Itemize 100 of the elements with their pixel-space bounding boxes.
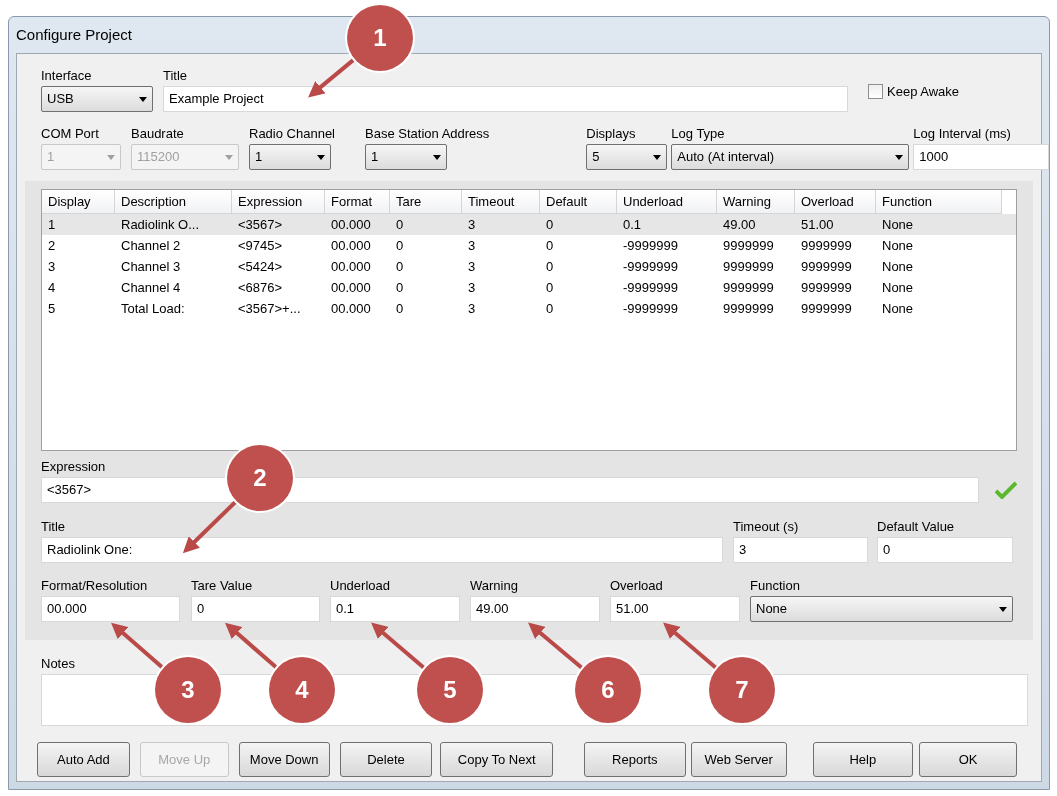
field-label: Default Value (877, 519, 956, 535)
table-cell-text: 0 (395, 215, 405, 234)
table-cell-text: 9999999 (722, 299, 775, 318)
dropdown-caret-icon (317, 154, 325, 160)
field-label: Log Interval (ms) (913, 126, 1012, 142)
dialog-button[interactable]: Reports (584, 742, 686, 777)
callout-arrow (182, 500, 238, 554)
dialog-button[interactable]: Copy To Next (440, 742, 553, 777)
dropdown-caret-icon (107, 154, 115, 160)
column-header[interactable]: Default (540, 190, 617, 214)
table-cell-text: -9999999 (622, 257, 679, 276)
dialog-button[interactable]: Help (812, 742, 914, 777)
dialog-button[interactable]: Web Server (690, 742, 787, 777)
column-header[interactable]: Tare (390, 190, 462, 214)
field-label: Base Station Address (365, 126, 490, 142)
column-header[interactable]: Overload (795, 190, 876, 214)
table-cell-text: None (881, 299, 915, 318)
field-label: Title (163, 68, 189, 84)
dialog-button[interactable]: Move Down (238, 742, 330, 777)
table-cell-text: 00.000 (330, 215, 372, 234)
field-label: Function (750, 578, 801, 594)
table-cell-text: 5 (47, 299, 57, 318)
table-cell-text: 0.1 (622, 215, 643, 234)
table-cell-text: 00.000 (330, 236, 372, 255)
dropdown[interactable]: 1 (249, 144, 331, 170)
checkbox-label: Keep Awake (887, 83, 960, 101)
dropdown-caret-icon (139, 96, 147, 102)
field-label: Displays (586, 126, 637, 142)
input-field[interactable]: 49.00 (470, 596, 600, 622)
column-header[interactable]: Description (115, 190, 232, 214)
table-cell-text: 49.00 (722, 215, 757, 234)
table-cell-text: <3567> (237, 215, 284, 234)
dropdown-caret-icon (433, 154, 441, 160)
table-cell-text: 00.000 (330, 257, 372, 276)
input-field[interactable]: Radiolink One: (41, 537, 723, 563)
field-label: Format/Resolution (41, 578, 149, 594)
table-cell-text: -9999999 (622, 236, 679, 255)
table-cell-text: 3 (467, 257, 477, 276)
callout-arrow (663, 622, 718, 670)
dropdown[interactable]: Auto (At interval) (671, 144, 910, 170)
table-cell-text: Channel 3 (120, 257, 182, 276)
dropdown[interactable]: 5 (586, 144, 668, 170)
input-field[interactable]: 0 (877, 537, 1013, 563)
callout-arrow (225, 622, 278, 670)
table-cell-text: <3567>+... (237, 299, 302, 318)
dropdown[interactable]: None (750, 596, 1013, 622)
field-label: Tare Value (191, 578, 254, 594)
input-field[interactable]: 0 (191, 596, 320, 622)
table-cell-text: 9999999 (800, 236, 853, 255)
field-label: Expression (41, 459, 107, 475)
field-label: Underload (330, 578, 391, 594)
callout-arrow (528, 622, 584, 670)
field-label: Warning (470, 578, 519, 594)
table-cell-text: 9999999 (722, 278, 775, 297)
input-field[interactable]: Example Project (163, 86, 848, 112)
input-field[interactable]: 0.1 (330, 596, 460, 622)
table-cell-text: 3 (467, 278, 477, 297)
dialog-button[interactable]: OK (919, 742, 1017, 777)
dialog-button[interactable]: Auto Add (37, 742, 130, 777)
table-cell-text: -9999999 (622, 278, 679, 297)
field-label: Log Type (671, 126, 726, 142)
dropdown-caret-icon (895, 154, 904, 160)
field-label: Timeout (s) (733, 519, 800, 535)
table-cell-text: 9999999 (800, 299, 853, 318)
table-cell-text: 9999999 (800, 278, 853, 297)
column-header[interactable]: Format (325, 190, 390, 214)
field-label: Notes (41, 656, 76, 672)
table-cell-text: 0 (545, 278, 555, 297)
table-cell-text: 1 (47, 215, 57, 234)
table-cell-text: 9999999 (722, 257, 775, 276)
input-field[interactable]: 3 (733, 537, 868, 563)
table-cell-text: 3 (467, 215, 477, 234)
table-cell-text: 0 (545, 257, 555, 276)
dialog-button[interactable]: Delete (339, 742, 433, 777)
dropdown-caret-icon (225, 154, 233, 160)
input-field[interactable]: 00.000 (41, 596, 180, 622)
table-cell-text: 3 (467, 236, 477, 255)
table-cell-text: 0 (545, 299, 555, 318)
table-row[interactable]: 1 Radiolink O... <3567> 00.000 0 3 0 0.1 49.00 51.00 None (42, 214, 1016, 235)
column-header[interactable]: Underload (617, 190, 717, 214)
column-header[interactable]: Timeout (462, 190, 540, 214)
checkbox[interactable] (868, 84, 883, 100)
table-cell-text: 2 (47, 236, 57, 255)
table-cell-text: 3 (467, 299, 477, 318)
table-cell-text: Channel 4 (120, 278, 182, 297)
dropdown-caret-icon (999, 606, 1007, 612)
input-field[interactable]: 51.00 (610, 596, 740, 622)
dropdown[interactable]: 1 (365, 144, 447, 170)
column-header[interactable]: Expression (232, 190, 325, 214)
table-cell-text: Radiolink O... (120, 215, 201, 234)
dropdown[interactable]: USB (41, 86, 153, 112)
table-cell-text: None (881, 236, 915, 255)
table-cell-text: 0 (545, 215, 555, 234)
column-header[interactable]: Warning (717, 190, 795, 214)
column-header[interactable]: Function (876, 190, 1002, 214)
input-field[interactable]: 1000 (913, 144, 1050, 170)
field-label: Baudrate (131, 126, 185, 142)
field-label: COM Port (41, 126, 100, 142)
table-cell-text: Channel 2 (120, 236, 182, 255)
column-header[interactable]: Display (42, 190, 115, 214)
